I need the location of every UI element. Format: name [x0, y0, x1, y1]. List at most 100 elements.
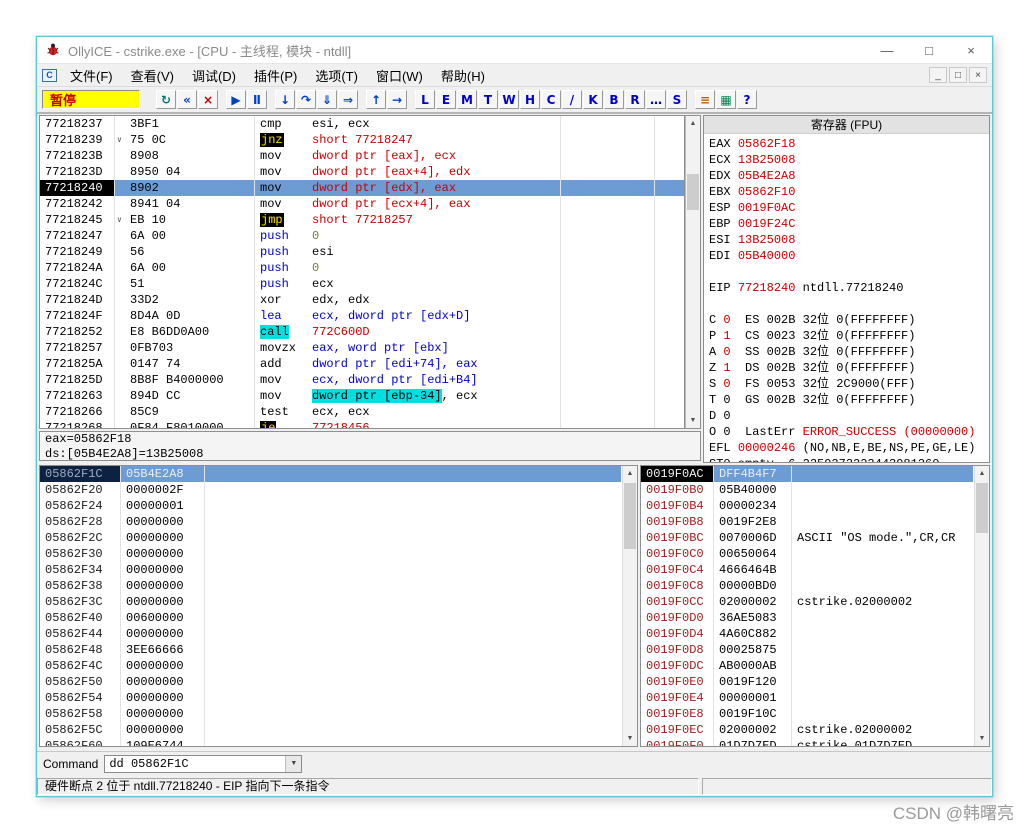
stack-row[interactable]: 0019F0C800000BD0 — [641, 578, 973, 594]
stack-row[interactable]: 0019F0C000650064 — [641, 546, 973, 562]
dump-row[interactable]: 05862F1C05B4E2A8 — [40, 466, 621, 482]
view-patches-button[interactable]: / — [562, 90, 582, 109]
mdi-minimize-button[interactable]: _ — [929, 67, 947, 83]
menu-item-help[interactable]: 帮助(H) — [432, 64, 494, 87]
restart-button[interactable]: ↻ — [156, 90, 176, 109]
disasm-row[interactable]: 7721825A0147 74adddword ptr [edi+74], ea… — [40, 356, 684, 372]
register-line[interactable]: D 0 — [709, 408, 989, 424]
register-line[interactable]: EFL 00000246 (NO,NB,E,BE,NS,PE,GE,LE) — [709, 440, 989, 456]
stack-row[interactable]: 0019F0D036AE5083 — [641, 610, 973, 626]
pause-button[interactable]: Ⅱ — [247, 90, 267, 109]
stack-row[interactable]: 0019F0C44666464B — [641, 562, 973, 578]
scroll-up-arrow-icon[interactable]: ▲ — [686, 116, 700, 131]
register-line[interactable]: C 0 ES 002B 32位 0(FFFFFFFF) — [709, 312, 989, 328]
combo-dropdown-arrow-icon[interactable]: ▼ — [285, 756, 301, 772]
register-line[interactable]: EBX 05862F10 — [709, 184, 989, 200]
registers-pane[interactable]: 寄存器 (FPU) EAX 05862F18ECX 13B25008EDX 05… — [703, 115, 990, 463]
options-button[interactable]: ≡ — [695, 90, 715, 109]
command-input[interactable] — [105, 756, 285, 772]
disassembly-pane[interactable]: 772182373BF1cmpesi, ecx77218239∨75 0Cjnz… — [39, 115, 685, 429]
disasm-row[interactable]: 77218252E8 B6DD0A00call772C600D — [40, 324, 684, 340]
register-line[interactable]: EDI 05B40000 — [709, 248, 989, 264]
stack-row[interactable]: 0019F0B005B40000 — [641, 482, 973, 498]
run-button[interactable]: ▶ — [226, 90, 246, 109]
dump-row[interactable]: 05862F4C00000000 — [40, 658, 621, 674]
dump-row[interactable]: 05862F3C00000000 — [40, 594, 621, 610]
animate-into-button[interactable]: ⇓ — [317, 90, 337, 109]
dump-row[interactable]: 05862F2400000001 — [40, 498, 621, 514]
dump-row[interactable]: 05862F4400000000 — [40, 626, 621, 642]
register-line[interactable]: EBP 0019F24C — [709, 216, 989, 232]
dump-pane[interactable]: 05862F1C05B4E2A805862F200000002F05862F24… — [39, 465, 638, 747]
disasm-row[interactable]: 772182373BF1cmpesi, ecx — [40, 116, 684, 132]
dump-row[interactable]: 05862F60109E6744 — [40, 738, 621, 746]
scroll-up-arrow-icon[interactable]: ▲ — [623, 466, 637, 481]
register-line[interactable]: ESI 13B25008 — [709, 232, 989, 248]
step-over-button[interactable]: ↷ — [296, 90, 316, 109]
animate-over-button[interactable]: ⇒ — [338, 90, 358, 109]
register-line[interactable]: O 0 LastErr ERROR_SUCCESS (00000000) — [709, 424, 989, 440]
view-callstack-button[interactable]: K — [583, 90, 603, 109]
info-pane[interactable]: eax=05862F18ds:[05B4E2A8]=13B25008 — [39, 431, 701, 461]
mdi-restore-button[interactable]: □ — [949, 67, 967, 83]
view-log-button[interactable]: L — [415, 90, 435, 109]
maximize-button[interactable]: □ — [908, 37, 950, 63]
view-memory-button[interactable]: M — [457, 90, 477, 109]
register-line[interactable] — [709, 264, 989, 280]
dump-row[interactable]: 05862F3800000000 — [40, 578, 621, 594]
close-process-button[interactable]: × — [198, 90, 218, 109]
disasm-row[interactable]: 7721824956pushesi — [40, 244, 684, 260]
stack-row[interactable]: 0019F0D44A60C882 — [641, 626, 973, 642]
menu-item-debug[interactable]: 调试(D) — [183, 64, 245, 87]
stack-row[interactable]: 0019F0D800025875 — [641, 642, 973, 658]
dump-row[interactable]: 05862F5400000000 — [40, 690, 621, 706]
register-line[interactable]: P 1 CS 0023 32位 0(FFFFFFFF) — [709, 328, 989, 344]
scrollbar-thumb[interactable] — [976, 483, 988, 533]
register-line[interactable]: EDX 05B4E2A8 — [709, 168, 989, 184]
scroll-down-arrow-icon[interactable]: ▼ — [623, 731, 637, 746]
dump-row[interactable]: 05862F2C00000000 — [40, 530, 621, 546]
title-bar[interactable]: OllyICE - cstrike.exe - [CPU - 主线程, 模块 -… — [37, 37, 992, 63]
disasm-row[interactable]: 772182570FB703movzxeax, word ptr [ebx] — [40, 340, 684, 356]
view-source-button[interactable]: S — [667, 90, 687, 109]
disasm-row[interactable]: 7721824D33D2xoredx, edx — [40, 292, 684, 308]
mdi-close-button[interactable]: × — [969, 67, 987, 83]
stack-row[interactable]: 0019F0BC0070006DASCII "OS mode.",CR,CR — [641, 530, 973, 546]
rewind-button[interactable]: « — [177, 90, 197, 109]
register-line[interactable]: ST0 empty -6.2359373223443981260 — [709, 456, 989, 462]
register-line[interactable]: T 0 GS 002B 32位 0(FFFFFFFF) — [709, 392, 989, 408]
execute-till-return-button[interactable]: ↑ — [366, 90, 386, 109]
stack-pane[interactable]: 0019F0ACDFF4B4F70019F0B005B400000019F0B4… — [640, 465, 990, 747]
menu-item-window[interactable]: 窗口(W) — [367, 64, 432, 87]
disasm-scrollbar[interactable]: ▲ ▼ — [685, 115, 701, 429]
menu-item-view[interactable]: 查看(V) — [122, 64, 183, 87]
scroll-up-arrow-icon[interactable]: ▲ — [975, 466, 989, 481]
dump-row[interactable]: 05862F5800000000 — [40, 706, 621, 722]
stack-row[interactable]: 0019F0E80019F10C — [641, 706, 973, 722]
disasm-row[interactable]: 772182428941 04movdword ptr [ecx+4], eax — [40, 196, 684, 212]
ollyice-app-icon[interactable] — [45, 42, 61, 58]
view-handles-button[interactable]: H — [520, 90, 540, 109]
disasm-row[interactable]: 7721824F8D4A 0Dleaecx, dword ptr [edx+D] — [40, 308, 684, 324]
stack-row[interactable]: 0019F0DCAB0000AB — [641, 658, 973, 674]
register-line[interactable]: ESP 0019F0AC — [709, 200, 989, 216]
disasm-row[interactable]: 7721823D8950 04movdword ptr [eax+4], edx — [40, 164, 684, 180]
dump-scrollbar[interactable]: ▲ ▼ — [622, 466, 637, 746]
scrollbar-thumb[interactable] — [687, 174, 699, 210]
stack-row[interactable]: 0019F0E00019F120 — [641, 674, 973, 690]
view-breakpoints-button[interactable]: B — [604, 90, 624, 109]
stack-row[interactable]: 0019F0ACDFF4B4F7 — [641, 466, 973, 482]
register-line[interactable]: ECX 13B25008 — [709, 152, 989, 168]
view-runtrace-button[interactable]: … — [646, 90, 666, 109]
disasm-row[interactable]: 772182680F84 F8010000je77218456 — [40, 420, 684, 428]
mdi-child-icon[interactable]: C — [42, 69, 57, 82]
scrollbar-thumb[interactable] — [624, 483, 636, 549]
stack-row[interactable]: 0019F0E400000001 — [641, 690, 973, 706]
menu-item-plugins[interactable]: 插件(P) — [245, 64, 306, 87]
scroll-down-arrow-icon[interactable]: ▼ — [686, 413, 700, 428]
disasm-row[interactable]: 7721824C51pushecx — [40, 276, 684, 292]
dump-row[interactable]: 05862F5C00000000 — [40, 722, 621, 738]
register-line[interactable]: A 0 SS 002B 32位 0(FFFFFFFF) — [709, 344, 989, 360]
scroll-down-arrow-icon[interactable]: ▼ — [975, 731, 989, 746]
disasm-row[interactable]: 772182408902movdword ptr [edx], eax — [40, 180, 684, 196]
